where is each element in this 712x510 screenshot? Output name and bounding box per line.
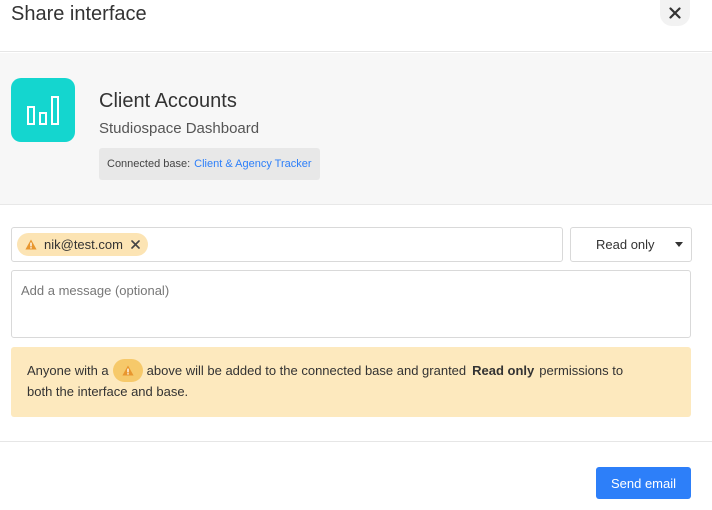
bar-chart-icon <box>27 96 59 125</box>
interface-subtitle: Studiospace Dashboard <box>99 120 260 137</box>
recipient-chip[interactable]: nik@test.com <box>17 233 148 256</box>
close-button[interactable] <box>660 0 690 26</box>
warning-icon <box>112 359 143 382</box>
banner-line-2: both the interface and base. <box>27 384 189 399</box>
interface-icon <box>11 78 75 142</box>
footer-divider <box>0 441 712 442</box>
banner-text-before: Anyone with a <box>27 363 109 378</box>
connected-base-label: Connected base: <box>107 158 191 170</box>
interface-info: Client Accounts Studiospace Dashboard Co… <box>0 53 712 205</box>
interface-name: Client Accounts <box>99 90 237 112</box>
permission-value: Read only <box>596 237 655 252</box>
recipients-input[interactable]: nik@test.com <box>11 227 563 262</box>
warning-icon <box>25 239 37 250</box>
dialog-header: Share interface <box>0 0 712 52</box>
send-email-button[interactable]: Send email <box>596 467 691 499</box>
banner-text-after: permissions to <box>539 363 624 378</box>
dialog-title: Share interface <box>11 3 147 25</box>
banner-permission: Read only <box>472 363 535 378</box>
permission-select[interactable]: Read only <box>570 227 692 262</box>
banner-text-middle: above will be added to the connected bas… <box>146 363 467 378</box>
recipient-email: nik@test.com <box>44 237 123 252</box>
banner-line-1: Anyone with a above will be added to the… <box>27 359 675 382</box>
close-icon <box>131 240 140 249</box>
permission-warning-banner: Anyone with a above will be added to the… <box>11 347 691 417</box>
close-icon <box>669 7 681 19</box>
connected-base-link[interactable]: Client & Agency Tracker <box>194 158 311 170</box>
remove-recipient-button[interactable] <box>131 240 140 249</box>
connected-base: Connected base: Client & Agency Tracker <box>99 148 320 180</box>
message-input[interactable] <box>11 270 691 338</box>
chevron-down-icon <box>675 242 683 247</box>
